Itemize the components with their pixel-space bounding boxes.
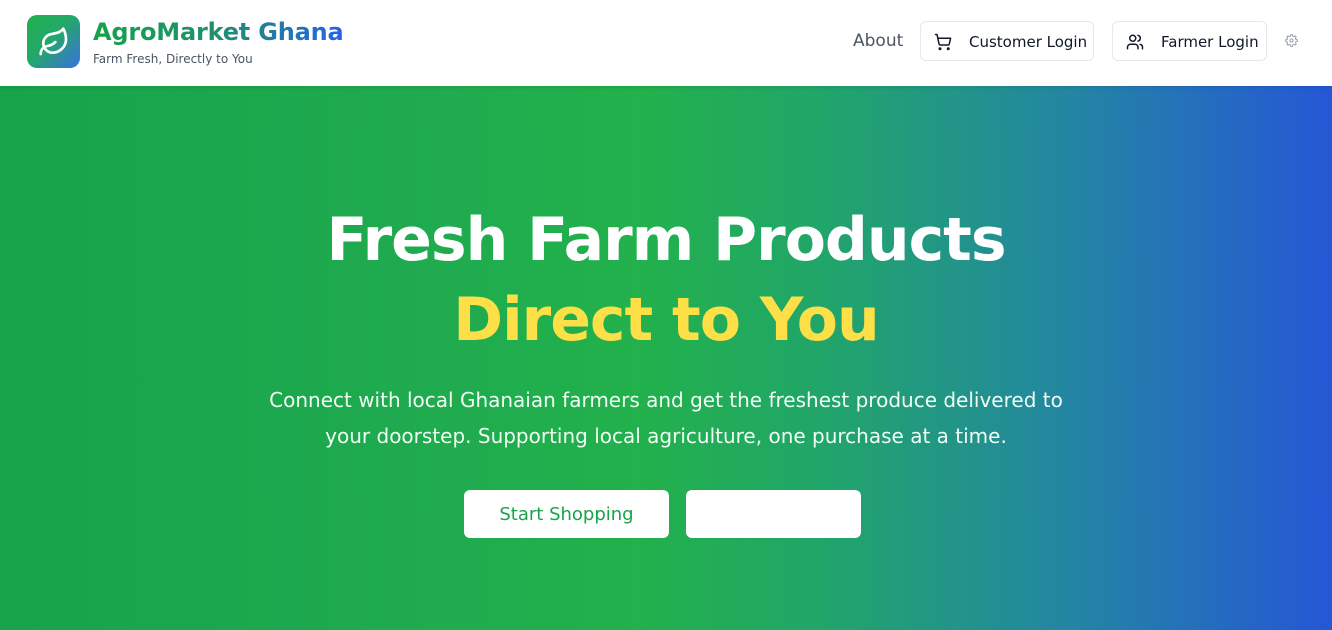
users-icon: [1126, 34, 1144, 50]
hero-title: Fresh Farm Products: [326, 205, 1006, 275]
customer-login-button[interactable]: Customer Login: [920, 21, 1094, 61]
hero-section: Fresh Farm Products Direct to You Connec…: [0, 86, 1332, 630]
cart-icon: [934, 33, 952, 51]
site-header: AgroMarket Ghana Farm Fresh, Directly to…: [0, 0, 1332, 86]
hero-description: Connect with local Ghanaian farmers and …: [269, 388, 1063, 448]
secondary-cta-button[interactable]: [686, 490, 861, 538]
farmer-login-label: Farmer Login: [1161, 33, 1259, 51]
start-shopping-button[interactable]: Start Shopping: [464, 490, 669, 538]
leaf-icon: [38, 26, 67, 55]
gear-icon[interactable]: [1285, 34, 1298, 47]
brand-name[interactable]: AgroMarket Ghana: [93, 18, 344, 46]
customer-login-label: Customer Login: [969, 33, 1088, 51]
brand-tagline: Farm Fresh, Directly to You: [93, 52, 253, 66]
hero-highlight: Direct to You: [453, 285, 879, 355]
farmer-login-button[interactable]: Farmer Login: [1112, 21, 1267, 61]
nav-about-link[interactable]: About: [853, 31, 903, 51]
logo-badge[interactable]: [27, 15, 80, 68]
